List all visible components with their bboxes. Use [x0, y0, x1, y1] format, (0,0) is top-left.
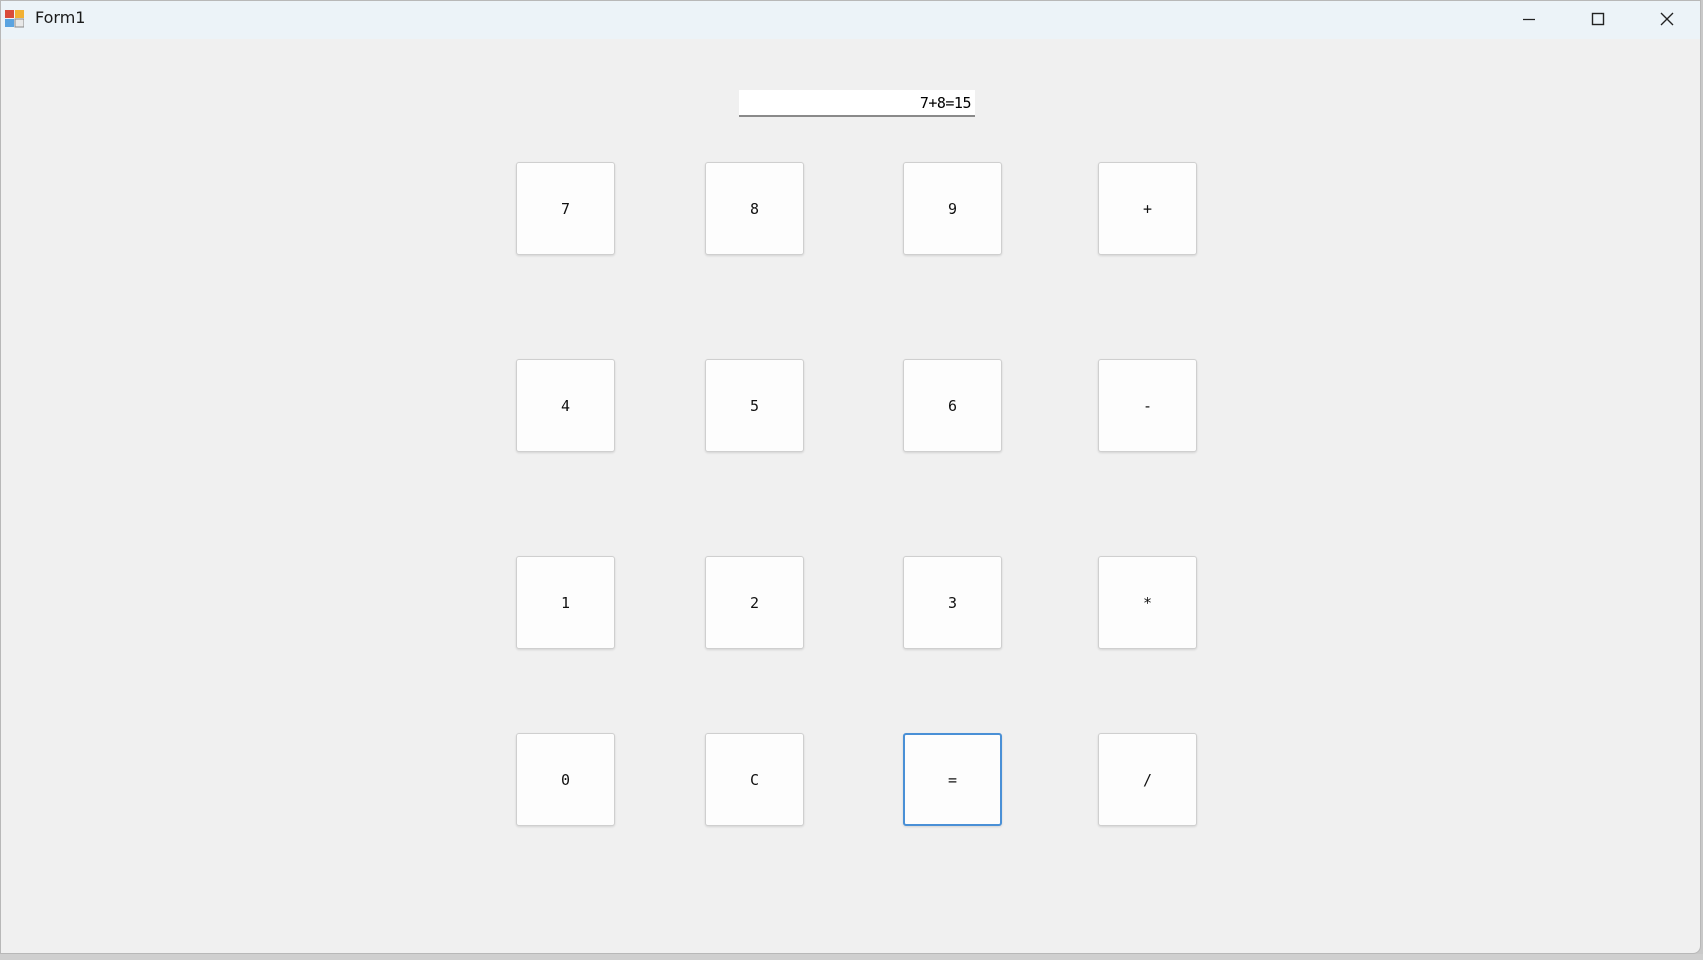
maximize-icon — [1591, 12, 1605, 26]
calculator-window: Form1 7+8=15 7 8 9 + 4 5 6 - 1 2 3 * 0 C… — [0, 0, 1701, 954]
key-equals[interactable]: = — [903, 733, 1002, 826]
key-clear[interactable]: C — [705, 733, 804, 826]
key-minus[interactable]: - — [1098, 359, 1197, 452]
key-0[interactable]: 0 — [516, 733, 615, 826]
close-icon — [1660, 12, 1674, 26]
key-2[interactable]: 2 — [705, 556, 804, 649]
window-title: Form1 — [35, 8, 86, 27]
background-strip — [0, 954, 1703, 960]
key-plus[interactable]: + — [1098, 162, 1197, 255]
result-display[interactable]: 7+8=15 — [739, 90, 975, 117]
key-3[interactable]: 3 — [903, 556, 1002, 649]
close-button[interactable] — [1632, 1, 1700, 37]
app-icon — [5, 10, 24, 28]
minimize-button[interactable] — [1494, 1, 1564, 37]
minimize-icon — [1523, 18, 1535, 21]
key-8[interactable]: 8 — [705, 162, 804, 255]
key-4[interactable]: 4 — [516, 359, 615, 452]
key-5[interactable]: 5 — [705, 359, 804, 452]
key-7[interactable]: 7 — [516, 162, 615, 255]
key-divide[interactable]: / — [1098, 733, 1197, 826]
key-1[interactable]: 1 — [516, 556, 615, 649]
key-multiply[interactable]: * — [1098, 556, 1197, 649]
title-bar[interactable]: Form1 — [1, 1, 1700, 39]
key-9[interactable]: 9 — [903, 162, 1002, 255]
maximize-button[interactable] — [1563, 1, 1633, 37]
key-6[interactable]: 6 — [903, 359, 1002, 452]
